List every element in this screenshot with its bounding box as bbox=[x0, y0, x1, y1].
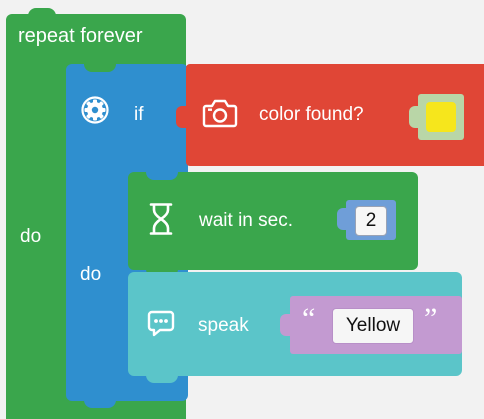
repeat-block-top-notch bbox=[28, 8, 56, 16]
hourglass-icon bbox=[148, 202, 174, 236]
speech-bubble-icon bbox=[147, 309, 175, 337]
gear-icon[interactable] bbox=[81, 96, 109, 124]
wait-seconds-value[interactable]: 2 bbox=[355, 206, 387, 236]
color-found-label: color found? bbox=[259, 104, 364, 125]
wait-block-top-notch bbox=[146, 172, 178, 180]
condition-connector-tab bbox=[176, 106, 190, 128]
speak-text-value[interactable]: Yellow bbox=[332, 308, 414, 344]
if-block-top-notch bbox=[84, 64, 116, 72]
open-quote-mark: “ bbox=[302, 302, 316, 335]
color-swatch bbox=[426, 102, 456, 132]
if-do-label: do bbox=[80, 264, 102, 285]
if-block-bottom-notch bbox=[84, 400, 116, 408]
speak-label: speak bbox=[198, 315, 249, 336]
speak-block-bottom-notch bbox=[146, 375, 178, 383]
if-label: if bbox=[134, 104, 144, 125]
color-picker-field[interactable] bbox=[418, 94, 464, 140]
close-quote-mark: ” bbox=[424, 302, 438, 335]
repeat-do-label: do bbox=[20, 226, 42, 247]
repeat-forever-label: repeat forever bbox=[18, 25, 143, 47]
wait-label: wait in sec. bbox=[199, 210, 293, 231]
camera-icon bbox=[202, 98, 238, 128]
